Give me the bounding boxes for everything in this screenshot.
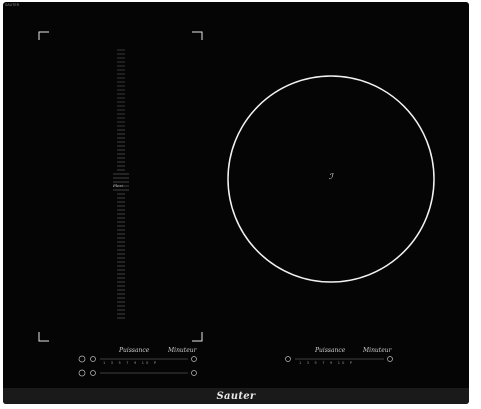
left-minus-icon (90, 356, 96, 362)
left-zone-corner-tl (38, 31, 49, 40)
right-minus-icon (285, 356, 291, 362)
right-plus-icon (387, 356, 393, 362)
left-control-icons (78, 355, 197, 377)
left-timer-plus-icon (191, 370, 197, 376)
right-puissance-label: Puissance (315, 347, 346, 354)
left-power-icon (78, 355, 86, 363)
left-zone-corner-br (192, 332, 203, 342)
corner-logo: SAUTER (5, 3, 20, 7)
right-zone-marker: ℐ (329, 172, 333, 181)
left-puissance-label: Puissance (119, 347, 150, 354)
left-level-scale: 1 3 5 7 9 10 P (103, 361, 159, 365)
brand-logo: Sauter (216, 391, 256, 402)
left-timer-minus-icon (90, 370, 96, 376)
right-level-scale: 1 3 5 7 9 10 P (299, 361, 355, 365)
induction-hob: SAUTER Flexi ℐ Puissance Minuteur 1 3 5 … (3, 2, 469, 404)
left-plus-icon (191, 356, 197, 362)
right-minuteur-label: Minuteur (363, 347, 392, 354)
hob-graphics (38, 31, 435, 377)
left-minuteur-label: Minuteur (168, 347, 197, 354)
left-zone-corner-bl (38, 332, 49, 342)
left-lock-icon (78, 369, 86, 377)
left-zone-corner-tr (192, 31, 203, 40)
left-zone-label: Flexi (113, 183, 123, 188)
